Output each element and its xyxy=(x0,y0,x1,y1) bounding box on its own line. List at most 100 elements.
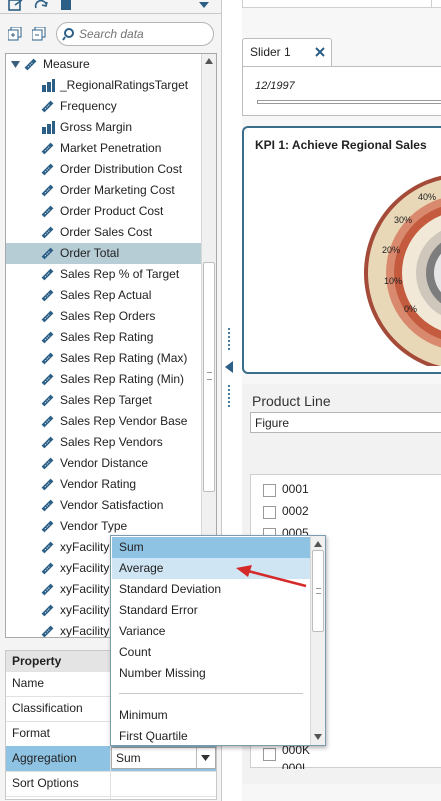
scroll-down-icon[interactable] xyxy=(314,734,322,740)
option-standard-error[interactable]: Standard Error xyxy=(112,600,310,621)
property-row-sort-options[interactable]: Sort Options xyxy=(6,771,216,797)
measure-icon xyxy=(41,457,54,470)
tree-root-label: Measure xyxy=(43,57,90,71)
measure-icon xyxy=(41,352,54,365)
property-label: Name xyxy=(12,676,45,690)
property-label: Classification xyxy=(12,701,83,715)
splitter-grip xyxy=(228,328,231,350)
checkbox[interactable] xyxy=(263,506,276,519)
product-line-value: Figure xyxy=(255,416,290,430)
grip-icon xyxy=(207,372,212,380)
property-label: Format xyxy=(12,726,51,740)
tree-item[interactable]: Vendor Type xyxy=(6,516,202,537)
refresh-icon[interactable] xyxy=(34,0,50,12)
tree-item[interactable]: Sales Rep Vendor Base xyxy=(6,411,202,432)
measure-icon xyxy=(41,100,54,113)
tree-item[interactable]: Sales Rep Rating (Max) xyxy=(6,348,202,369)
aggregation-select[interactable]: Sum xyxy=(111,747,216,769)
tree-item[interactable]: Order Marketing Cost xyxy=(6,180,202,201)
tree-item[interactable]: Frequency xyxy=(6,96,202,117)
list-item-label: 000L xyxy=(282,761,309,769)
search-input[interactable] xyxy=(79,27,209,41)
measure-icon xyxy=(41,541,54,554)
splitter-grip xyxy=(228,385,231,407)
checkbox[interactable] xyxy=(263,484,276,497)
tree-item-label: Sales Rep Target xyxy=(60,393,152,407)
tree-item-label: Sales Rep Actual xyxy=(60,288,152,302)
measure-icon xyxy=(41,247,54,260)
tree-item-label: Sales Rep Rating xyxy=(60,330,154,344)
property-label: Aggregation xyxy=(12,751,77,765)
tree-item-label: _RegionalRatingsTarget xyxy=(60,78,189,92)
dropdown-scrollbar[interactable] xyxy=(310,536,325,745)
expand-arrow-icon[interactable] xyxy=(11,61,20,69)
tree-item-label: Order Product Cost xyxy=(60,204,164,218)
tree-item[interactable]: Market Penetration xyxy=(6,138,202,159)
kpi-gauge-panel: KPI 1: Achieve Regional Sales 40% 30% 20… xyxy=(242,126,441,374)
new-data-item-icon[interactable] xyxy=(8,0,24,12)
scroll-up-icon[interactable] xyxy=(205,58,213,64)
dropdown-scroll-thumb[interactable] xyxy=(312,550,324,632)
measure-icon xyxy=(41,436,54,449)
slider-track[interactable] xyxy=(257,100,441,104)
list-item-label: 0002 xyxy=(282,504,309,518)
tree-item-label: xyFacility xyxy=(60,582,110,596)
tree-item[interactable]: Order Distribution Cost xyxy=(6,159,202,180)
gauge-tick: 30% xyxy=(394,215,413,225)
option-variance[interactable]: Variance xyxy=(112,621,310,642)
tree-item-label: Order Sales Cost xyxy=(60,225,153,239)
calculated-measure-icon xyxy=(42,121,55,134)
tree-item[interactable]: Order Product Cost xyxy=(6,201,202,222)
tree-item[interactable]: Vendor Distance xyxy=(6,453,202,474)
tree-item[interactable]: Sales Rep Actual xyxy=(6,285,202,306)
option-count[interactable]: Count xyxy=(112,642,310,663)
collapse-left-icon[interactable] xyxy=(225,361,233,373)
checkbox[interactable] xyxy=(263,748,276,761)
tree-item[interactable]: Sales Rep Rating (Min) xyxy=(6,369,202,390)
kpi-title: KPI 1: Achieve Regional Sales xyxy=(255,138,427,152)
tree-item-label: Vendor Rating xyxy=(60,477,137,491)
tree-item[interactable]: Sales Rep Vendors xyxy=(6,432,202,453)
tree-item[interactable]: Order Total xyxy=(6,243,202,264)
tree-item-label: Vendor Satisfaction xyxy=(60,498,164,512)
tree-item-label: Vendor Type xyxy=(60,519,128,533)
tree-item[interactable]: Vendor Satisfaction xyxy=(6,495,202,516)
tree-item[interactable]: Sales Rep Target xyxy=(6,390,202,411)
tree-item[interactable]: Vendor Rating xyxy=(6,474,202,495)
toolbar-divider xyxy=(0,13,222,14)
scroll-up-icon[interactable] xyxy=(314,541,322,547)
chevron-down-icon[interactable] xyxy=(201,755,210,761)
tree-node-measure[interactable]: Measure xyxy=(6,54,202,75)
tree-item[interactable]: Gross Margin xyxy=(6,117,202,138)
search-field[interactable] xyxy=(56,22,214,46)
option-first-quartile[interactable]: First Quartile xyxy=(112,726,310,747)
tree-scroll-thumb[interactable] xyxy=(203,262,215,492)
close-icon[interactable] xyxy=(315,47,325,57)
delete-icon[interactable] xyxy=(60,0,72,12)
expand-all-icon[interactable] xyxy=(8,27,22,41)
option-sum[interactable]: Sum xyxy=(112,537,310,558)
slider-value: 12/1997 xyxy=(255,80,295,92)
tab-label: Slider 1 xyxy=(250,45,291,59)
gauge-tick: 20% xyxy=(382,245,401,255)
product-line-dropdown[interactable]: Figure xyxy=(250,412,441,433)
measure-icon xyxy=(41,184,54,197)
property-row-aggregation[interactable]: Aggregation Sum xyxy=(6,746,216,772)
option-minimum[interactable]: Minimum xyxy=(112,705,310,726)
menu-chevron-icon[interactable] xyxy=(198,0,210,10)
search-icon xyxy=(62,28,74,41)
tree-item[interactable]: Order Sales Cost xyxy=(6,222,202,243)
header-divider xyxy=(431,0,432,7)
aggregation-value: Sum xyxy=(116,751,141,765)
option-number-missing[interactable]: Number Missing xyxy=(112,663,310,684)
annotation-arrow-icon xyxy=(236,565,307,588)
tree-item[interactable]: Sales Rep % of Target xyxy=(6,264,202,285)
tree-item[interactable]: _RegionalRatingsTarget xyxy=(6,75,202,96)
measure-icon xyxy=(41,310,54,323)
tree-item[interactable]: Sales Rep Orders xyxy=(6,306,202,327)
gauge-tick: 10% xyxy=(384,276,403,286)
gauge-tick: 0% xyxy=(404,304,418,314)
collapse-all-icon[interactable] xyxy=(32,27,46,41)
tree-item[interactable]: Sales Rep Rating xyxy=(6,327,202,348)
tab-slider-1[interactable]: Slider 1 xyxy=(242,38,332,66)
